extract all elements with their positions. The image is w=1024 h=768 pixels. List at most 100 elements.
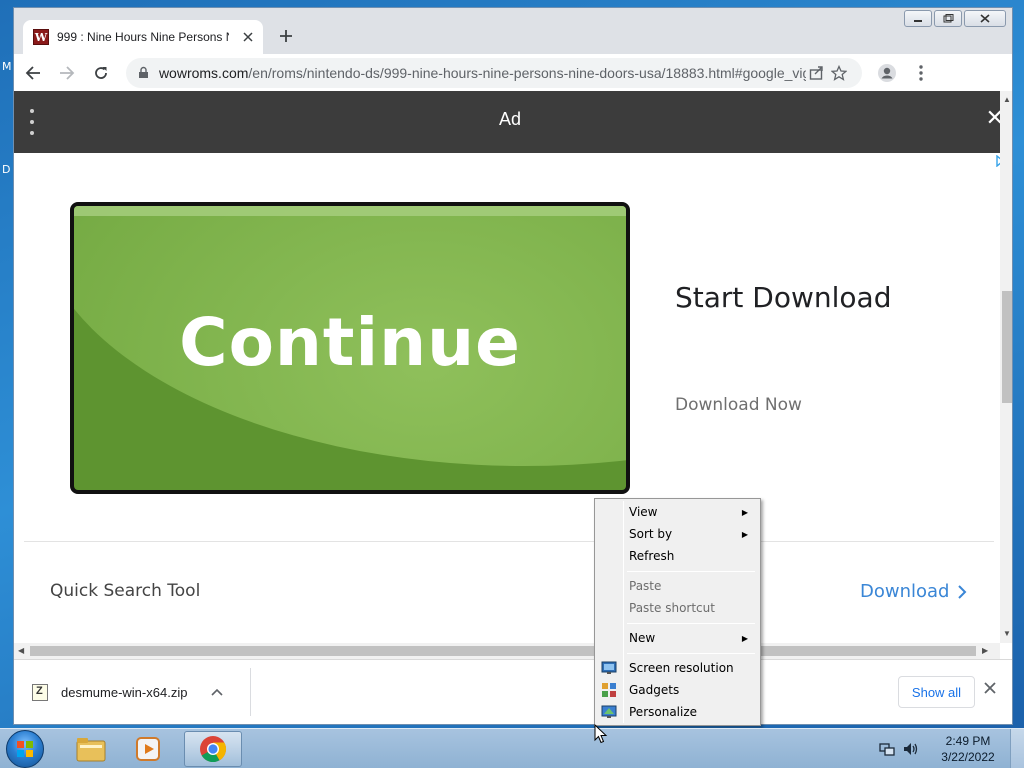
browser-tab[interactable]: W 999 : Nine Hours Nine Persons N — [23, 20, 263, 54]
profile-button[interactable] — [872, 58, 902, 88]
close-icon — [243, 32, 253, 42]
submenu-arrow-icon: ▶ — [741, 633, 748, 643]
clock-date: 3/22/2022 — [941, 750, 995, 764]
kebab-menu-icon — [919, 64, 923, 81]
forward-button[interactable] — [52, 58, 82, 88]
browser-menu-button[interactable] — [906, 58, 936, 88]
bookmark-star-icon[interactable] — [828, 61, 850, 85]
network-icon[interactable] — [878, 740, 896, 758]
download-shelf: desmume-win-x64.zip Show all — [14, 659, 1012, 724]
show-all-button[interactable]: Show all — [898, 676, 975, 708]
taskbar-media-player[interactable] — [120, 731, 178, 767]
url-domain: wowroms.com — [158, 64, 249, 81]
show-desktop-button[interactable] — [1010, 729, 1024, 768]
scroll-left-arrow-icon[interactable]: ◀ — [18, 646, 24, 655]
clock[interactable]: 2:49 PM 3/22/2022 — [926, 733, 1010, 765]
vertical-scrollbar[interactable]: ▲ ▼ — [1000, 91, 1012, 643]
close-icon — [984, 682, 996, 694]
screen-resolution-icon — [601, 661, 617, 674]
menu-item-personalize[interactable]: Personalize — [597, 701, 758, 723]
desktop-context-menu: View ▶ Sort by ▶ Refresh Paste Paste sho… — [594, 498, 761, 726]
desktop-icon-label-fragment: D — [2, 163, 11, 176]
window-close-button[interactable] — [964, 10, 1006, 27]
file-explorer-icon — [76, 738, 106, 762]
minimize-icon — [914, 19, 922, 22]
vertical-scroll-thumb[interactable] — [1002, 291, 1012, 403]
page-viewport: Ad ✕ Continue Start Download Download No… — [14, 91, 1012, 659]
divider — [250, 668, 251, 716]
gadgets-icon — [602, 683, 616, 697]
continue-ad-button[interactable]: Continue — [70, 202, 630, 494]
ad-title: Ad — [498, 109, 522, 129]
chevron-up-icon[interactable] — [211, 685, 224, 699]
maximize-button[interactable] — [934, 10, 962, 27]
plus-icon — [280, 30, 292, 42]
scroll-right-arrow-icon[interactable]: ▶ — [982, 646, 988, 655]
menu-item-sort-by[interactable]: Sort by ▶ — [597, 523, 758, 545]
menu-item-view[interactable]: View ▶ — [597, 501, 758, 523]
menu-separator — [627, 653, 755, 654]
personalize-icon — [601, 705, 617, 718]
lock-icon[interactable] — [138, 66, 151, 80]
scroll-up-arrow-icon[interactable]: ▲ — [1003, 95, 1011, 104]
menu-item-paste-shortcut[interactable]: Paste shortcut — [597, 597, 758, 619]
arrow-right-icon — [60, 65, 75, 80]
minimize-button[interactable] — [904, 10, 932, 27]
quick-search-label[interactable]: Quick Search Tool — [50, 581, 200, 601]
menu-item-paste[interactable]: Paste — [597, 575, 758, 597]
ad-subtext[interactable]: Download Now — [675, 395, 802, 415]
browser-window: W 999 : Nine Hours Nine Persons N wowrom… — [13, 7, 1013, 725]
ad-header-bar: Ad ✕ — [14, 91, 1006, 153]
menu-item-gadgets[interactable]: Gadgets — [597, 679, 758, 701]
submenu-arrow-icon: ▶ — [741, 507, 748, 517]
tab-close-button[interactable] — [243, 29, 253, 45]
taskbar-chrome[interactable] — [184, 731, 242, 767]
url-path: /en/roms/nintendo-ds/999-nine-hours-nine… — [248, 64, 806, 81]
media-player-icon — [136, 737, 160, 761]
download-link-label: Download — [860, 581, 950, 602]
reload-icon — [95, 66, 107, 79]
scroll-down-arrow-icon[interactable]: ▼ — [1003, 629, 1011, 638]
desktop-icon-label-fragment: M — [2, 60, 12, 73]
close-shelf-button[interactable] — [984, 678, 996, 699]
windows-logo-icon — [17, 741, 33, 757]
zip-file-icon — [32, 683, 48, 701]
menu-separator — [627, 571, 755, 572]
menu-item-new[interactable]: New ▶ — [597, 627, 758, 649]
arrow-left-icon — [25, 65, 40, 80]
clock-time: 2:49 PM — [945, 734, 991, 748]
tab-title: 999 : Nine Hours Nine Persons N — [57, 30, 229, 44]
download-item[interactable]: desmume-win-x64.zip — [32, 678, 224, 706]
window-controls — [904, 10, 1006, 27]
site-favicon: W — [33, 29, 49, 45]
menu-separator — [627, 623, 755, 624]
system-tray: 2:49 PM 3/22/2022 — [878, 729, 1024, 768]
volume-icon[interactable] — [902, 740, 920, 758]
restore-icon — [943, 14, 953, 23]
close-icon — [980, 14, 990, 23]
divider — [24, 541, 994, 542]
account-icon — [878, 63, 896, 82]
address-bar[interactable]: wowroms.com/en/roms/nintendo-ds/999-nine… — [126, 57, 862, 88]
chevron-right-icon — [958, 584, 967, 599]
horizontal-scroll-thumb[interactable] — [30, 646, 976, 656]
taskbar-file-explorer[interactable] — [62, 731, 120, 767]
chrome-icon — [200, 736, 227, 763]
start-button[interactable] — [6, 730, 44, 768]
menu-item-refresh[interactable]: Refresh — [597, 545, 758, 567]
new-tab-button[interactable] — [274, 24, 298, 48]
reload-button[interactable] — [86, 58, 116, 88]
download-link[interactable]: Download — [860, 581, 967, 602]
horizontal-scrollbar[interactable]: ◀ ▶ — [14, 643, 1000, 659]
taskbar: 2:49 PM 3/22/2022 — [0, 728, 1024, 768]
menu-item-screen-resolution[interactable]: Screen resolution — [597, 657, 758, 679]
back-button[interactable] — [18, 58, 48, 88]
ad-frame: Continue Start Download Download Now Qui… — [24, 153, 1006, 659]
browser-toolbar: wowroms.com/en/roms/nintendo-ds/999-nine… — [14, 54, 1012, 91]
download-file-name: desmume-win-x64.zip — [61, 684, 188, 700]
mouse-cursor-icon — [594, 724, 608, 744]
ad-heading[interactable]: Start Download — [675, 281, 891, 314]
share-icon[interactable] — [806, 61, 828, 85]
continue-label: Continue — [179, 304, 521, 381]
url-text[interactable]: wowroms.com/en/roms/nintendo-ds/999-nine… — [159, 65, 806, 81]
